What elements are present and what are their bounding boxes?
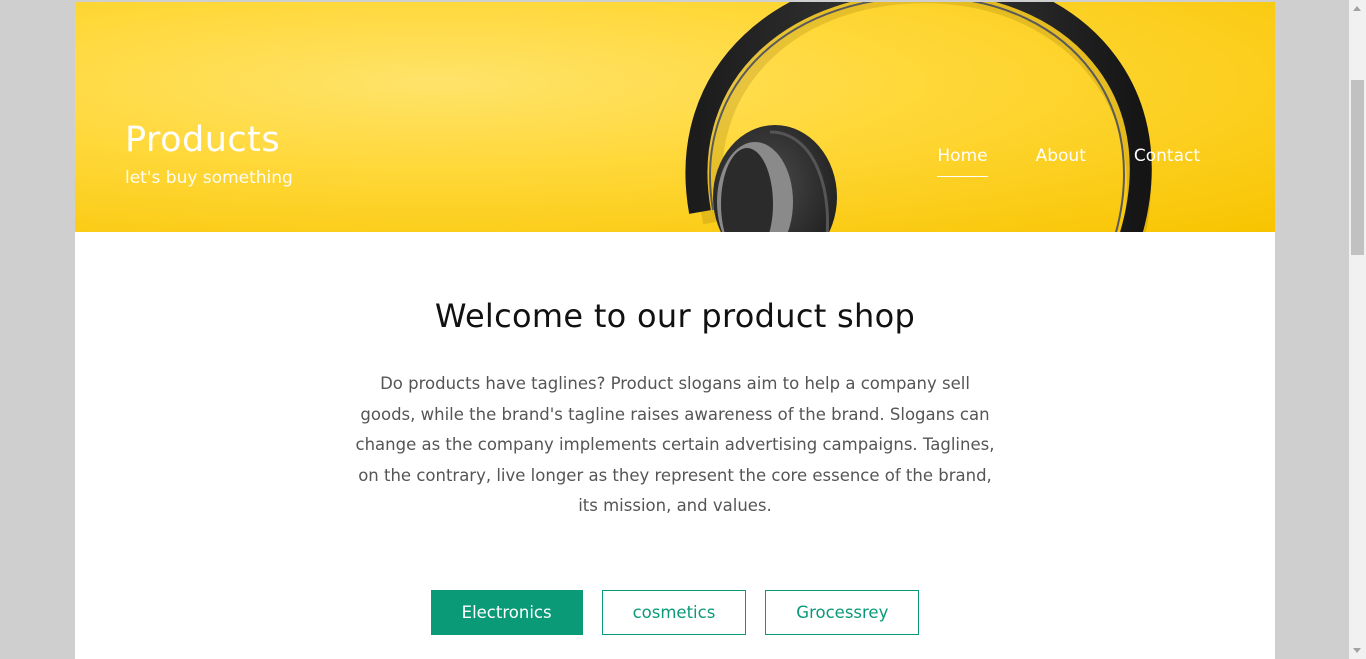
brand-block: Products let's buy something — [125, 120, 293, 188]
site-tagline: let's buy something — [125, 168, 293, 188]
hero-header: Products let's buy something Home About … — [75, 2, 1275, 232]
category-filters: Electronics cosmetics Grocessrey — [75, 589, 1275, 635]
filter-electronics-button[interactable]: Electronics — [430, 589, 583, 635]
headphones-image — [685, 2, 1152, 232]
page: Products let's buy something Home About … — [75, 2, 1275, 659]
scroll-thumb[interactable] — [1351, 80, 1364, 255]
filter-grocessrey-button[interactable]: Grocessrey — [765, 589, 920, 635]
nav-about-link[interactable]: About — [1036, 146, 1086, 177]
nav-contact-link[interactable]: Contact — [1134, 146, 1200, 177]
main-content: Welcome to our product shop Do products … — [75, 297, 1275, 635]
scroll-up-arrow-icon[interactable] — [1353, 6, 1361, 11]
scroll-down-arrow-icon[interactable] — [1353, 648, 1361, 653]
site-title: Products — [125, 120, 281, 160]
browser-viewport: Products let's buy something Home About … — [0, 0, 1366, 659]
intro-paragraph: Do products have taglines? Product sloga… — [355, 374, 995, 515]
main-nav: Home About Contact — [937, 146, 1200, 177]
filter-cosmetics-button[interactable]: cosmetics — [601, 589, 747, 635]
welcome-heading: Welcome to our product shop — [434, 297, 916, 335]
nav-home-link[interactable]: Home — [937, 146, 988, 177]
vertical-scrollbar[interactable] — [1349, 0, 1366, 659]
